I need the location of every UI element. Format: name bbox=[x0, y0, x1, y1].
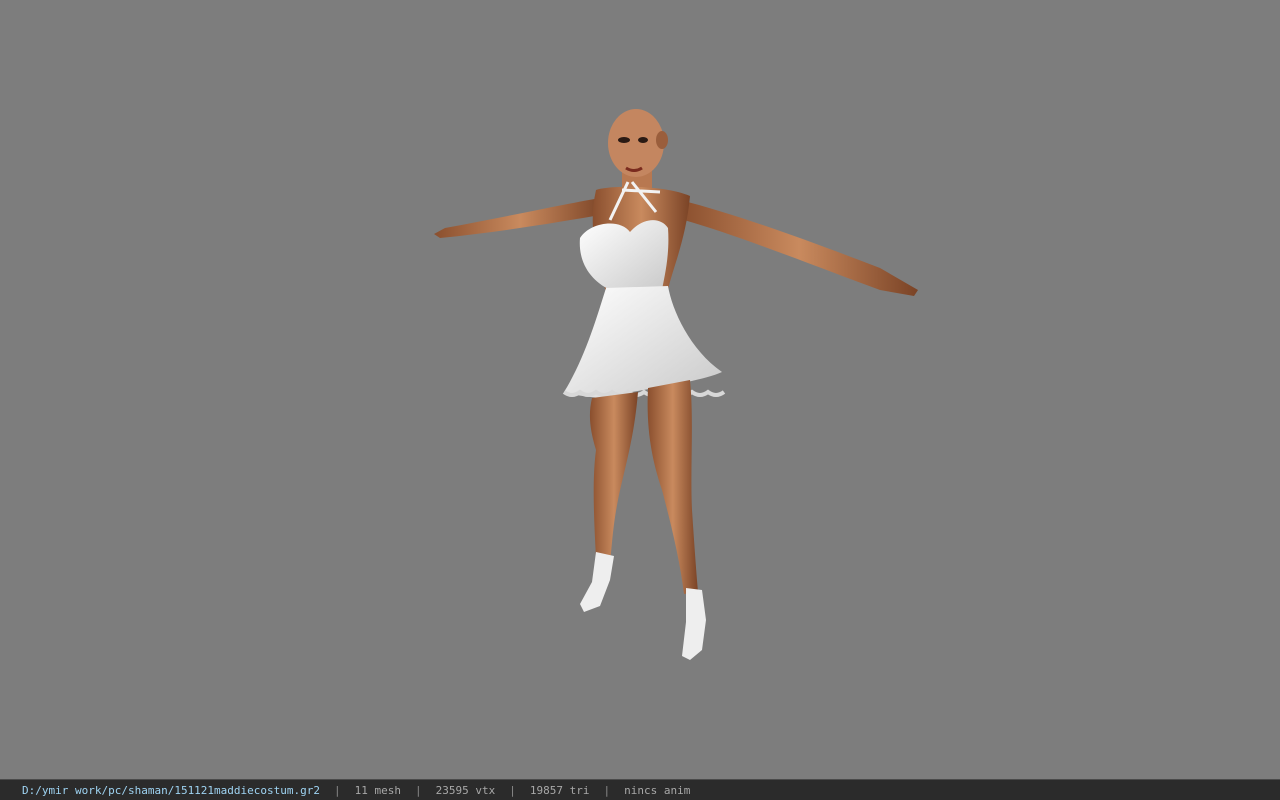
triangle-count-label: 19857 tri bbox=[529, 783, 590, 797]
separator: | bbox=[415, 783, 422, 797]
halter-top bbox=[579, 220, 669, 290]
right-boot bbox=[682, 588, 706, 660]
file-path-label: D:/ymir work/pc/shaman/151121maddiecostu… bbox=[22, 783, 321, 797]
right-arm bbox=[680, 200, 918, 296]
separator: | bbox=[334, 783, 341, 797]
character-model bbox=[434, 109, 918, 660]
status-bar: D:/ymir work/pc/shaman/151121maddiecostu… bbox=[0, 779, 1280, 800]
left-leg bbox=[589, 392, 638, 560]
right-leg bbox=[647, 380, 698, 594]
3d-viewport[interactable] bbox=[0, 0, 1280, 779]
skirt bbox=[564, 286, 722, 398]
left-boot bbox=[580, 552, 614, 612]
left-arm bbox=[434, 198, 606, 238]
separator: | bbox=[509, 783, 516, 797]
mesh-count-label: 11 mesh bbox=[354, 783, 401, 797]
separator: | bbox=[603, 783, 611, 797]
head bbox=[608, 109, 664, 177]
animation-label: nincs anim bbox=[624, 783, 691, 797]
vertex-count-label: 23595 vtx bbox=[435, 783, 496, 797]
